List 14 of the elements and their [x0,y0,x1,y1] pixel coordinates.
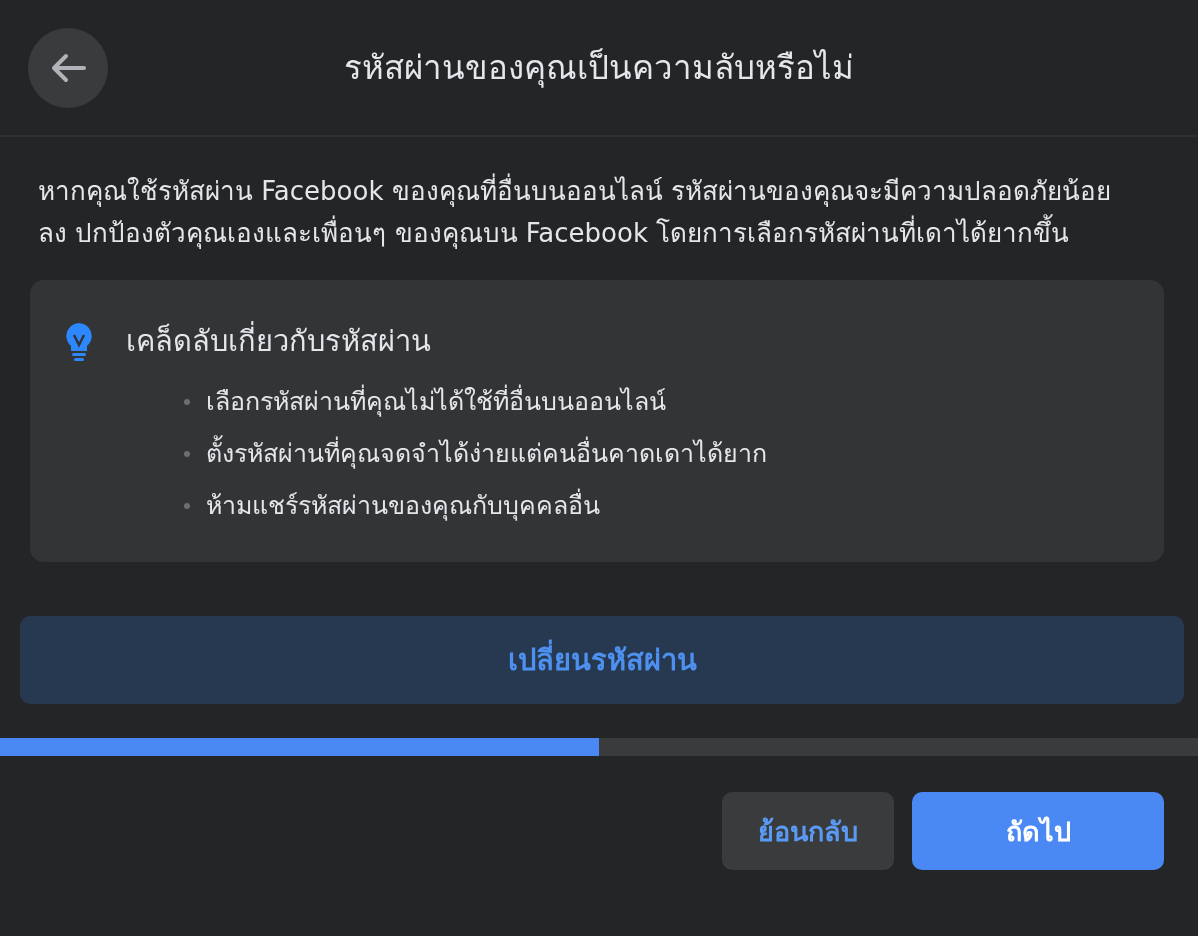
dialog-title: รหัสผ่านของคุณเป็นความลับหรือไม่ [343,47,855,90]
change-password-button[interactable]: เปลี่ยนรหัสผ่าน [20,616,1184,704]
bullet-icon [184,399,190,405]
bullet-icon [184,503,190,509]
back-arrow-icon [50,52,86,83]
tip-text: เลือกรหัสผ่านที่คุณไม่ได้ใช้ที่อื่นบนออนไลน์ [206,376,666,428]
next-button[interactable]: ถัดไป [912,792,1164,870]
back-text-button[interactable]: ย้อนกลับ [722,792,894,870]
tip-text: ตั้งรหัสผ่านที่คุณจดจำได้ง่ายแต่คนอื่นคาดเดาได้ยาก [206,428,767,480]
lightbulb-icon [64,321,94,361]
tips-title: เคล็ดลับเกี่ยวกับรหัสผ่าน [126,318,431,364]
bullet-icon [184,451,190,457]
intro-paragraph: หากคุณใช้รหัสผ่าน Facebook ของคุณที่อื่นบนออนไลน์ รหัสผ่านของคุณจะมีความปลอดภัยน้อยลง ปกป้องตัวคุณเองและเพื่อนๆ ของคุณบน Facebook โดยการเลือกรหัสผ่านที่เดาได้ยากขึ้น [38,170,1138,254]
tip-text: ห้ามแชร์รหัสผ่านของคุณกับบุคคลอื่น [206,480,600,532]
